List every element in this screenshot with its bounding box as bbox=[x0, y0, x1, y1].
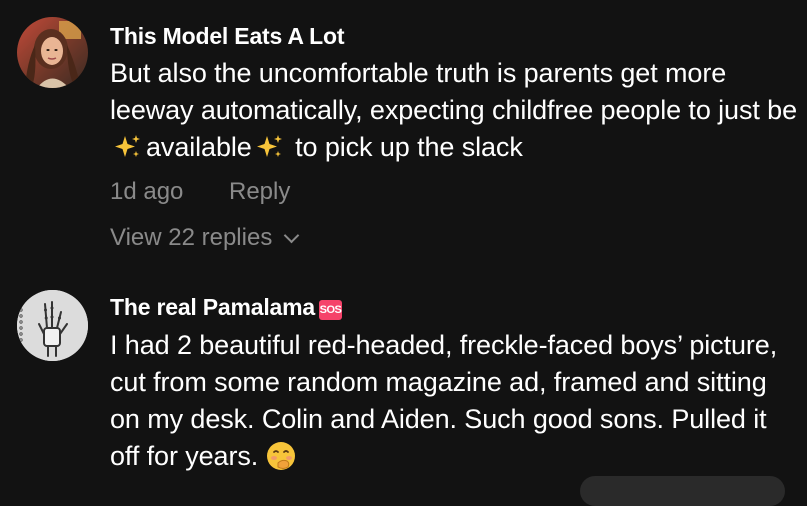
comment-username[interactable]: This Model Eats A Lot bbox=[110, 23, 345, 50]
comment-text-part: to pick up the slack bbox=[295, 132, 523, 162]
comment-text-part: available bbox=[146, 132, 252, 162]
sparkles-icon bbox=[256, 133, 284, 170]
comment-text-part: I had 2 beautiful red-headed, freckle-fa… bbox=[110, 330, 778, 471]
reply-button[interactable]: Reply bbox=[229, 178, 290, 206]
view-replies-button[interactable]: View 22 replies bbox=[110, 224, 300, 252]
skeleton-hand-icon bbox=[17, 290, 88, 361]
comment-text-part: But also the uncomfortable truth is pare… bbox=[110, 58, 798, 125]
sparkles-icon bbox=[114, 133, 142, 170]
face-with-hand-over-mouth-icon bbox=[266, 441, 296, 481]
comment-username[interactable]: The real Pamalama SOS bbox=[110, 294, 342, 321]
comment-username-label: The real Pamalama bbox=[110, 294, 315, 320]
avatar[interactable] bbox=[17, 290, 88, 361]
chevron-down-icon bbox=[284, 227, 300, 243]
profile-photo-icon bbox=[17, 17, 88, 88]
comment-item: This Model Eats A Lot But also the uncom… bbox=[0, 0, 807, 280]
bottom-floating-button[interactable] bbox=[580, 476, 785, 506]
comment-timestamp: 1d ago bbox=[110, 178, 184, 205]
view-replies-label: View 22 replies bbox=[110, 224, 273, 251]
comment-item: The real Pamalama SOS I had 2 beautiful r… bbox=[0, 280, 807, 506]
comment-text: I had 2 beautiful red-headed, freckle-fa… bbox=[110, 327, 800, 481]
sos-badge-icon: SOS bbox=[319, 300, 342, 320]
comment-text: But also the uncomfortable truth is pare… bbox=[110, 55, 800, 170]
avatar[interactable] bbox=[17, 17, 88, 88]
